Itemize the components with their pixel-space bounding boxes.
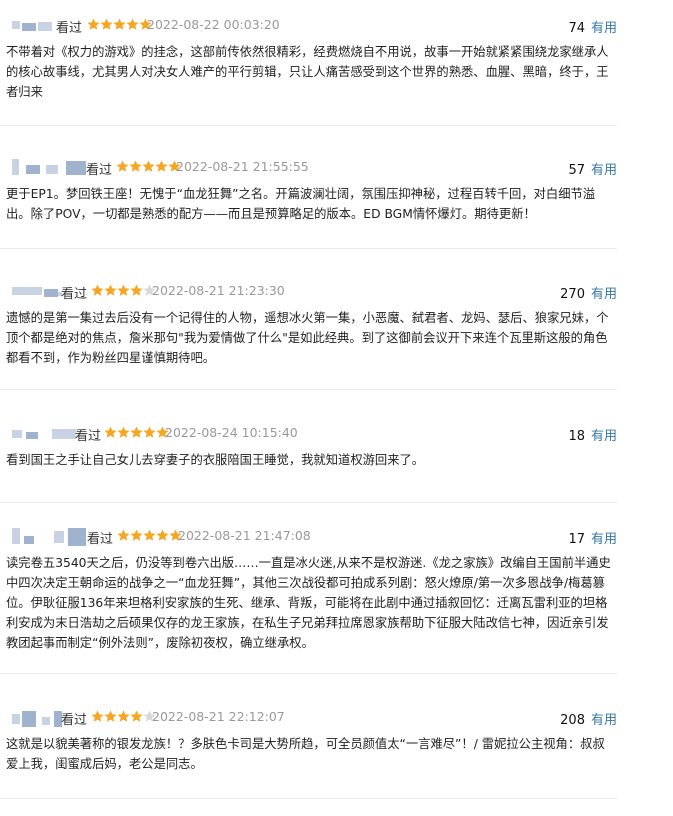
star-filled-icon: [142, 160, 155, 172]
review-meta: 看过 2022-08-22 00:03:20 74 有用: [0, 17, 617, 36]
review-meta: 看过 2022-08-21 21:23:30 270 有用: [0, 283, 617, 302]
star-filled-icon: [100, 18, 113, 30]
star-filled-icon: [130, 529, 143, 541]
review-time: 2022-08-21 22:12:07: [152, 709, 285, 724]
star-filled-icon: [87, 18, 100, 30]
star-filled-icon: [117, 426, 130, 438]
vote-count: 57: [568, 163, 585, 178]
vote-count: 18: [568, 429, 585, 444]
vote-area: 18 有用: [497, 425, 617, 444]
star-filled-icon: [117, 529, 130, 541]
rating-stars: [91, 284, 157, 298]
vote-count: 208: [560, 713, 585, 728]
star-filled-icon: [104, 426, 117, 438]
star-filled-icon: [130, 710, 143, 722]
vote-count: 17: [568, 532, 585, 547]
review-item: 看过 2022-08-24 10:15:40 18 有用看到国王之手让自己女儿去穿妻子…: [0, 425, 617, 503]
star-filled-icon: [116, 160, 129, 172]
review-meta: 看过 2022-08-24 10:15:40 18 有用: [0, 425, 617, 444]
useful-button[interactable]: 有用: [591, 287, 617, 302]
rating-stars: [116, 160, 182, 174]
vote-area: 270 有用: [497, 283, 617, 302]
review-time: 2022-08-24 10:15:40: [165, 425, 298, 440]
star-filled-icon: [156, 529, 169, 541]
review-meta: 看过 2022-08-21 21:47:08 17 有用: [0, 528, 617, 547]
username-redacted[interactable]: [6, 17, 52, 35]
star-filled-icon: [117, 284, 130, 296]
star-filled-icon: [143, 529, 156, 541]
star-filled-icon: [117, 710, 130, 722]
review-text: 更于EP1。梦回铁王座！无愧于“血龙狂舞”之名。开篇波澜壮阔，氛围压抑神秘，过程…: [6, 187, 596, 221]
star-filled-icon: [91, 284, 104, 296]
review-time: 2022-08-21 21:55:55: [176, 159, 309, 174]
useful-button[interactable]: 有用: [591, 163, 617, 178]
star-filled-icon: [104, 284, 117, 296]
star-filled-icon: [104, 710, 117, 722]
review-text: 不带着对《权力的游戏》的挂念，这部前传依然很精彩，经费燃烧自不用说，故事一开始就…: [6, 45, 609, 99]
useful-button[interactable]: 有用: [591, 532, 617, 547]
review-item: 看过 2022-08-22 00:03:20 74 有用不带着对《权力的游戏》的挂念，…: [0, 17, 617, 126]
username-redacted[interactable]: [6, 283, 62, 301]
star-filled-icon: [129, 160, 142, 172]
vote-area: 57 有用: [497, 159, 617, 178]
review-item: 看过 2022-08-21 22:12:07 208 有用这就是以貌美著称的银发龙族！…: [0, 709, 617, 799]
rating-stars: [91, 710, 157, 724]
rating-stars: [87, 18, 153, 32]
vote-area: 74 有用: [497, 17, 617, 36]
review-item: 看过 2022-08-21 21:47:08 17 有用读完卷五3540天之后，仍没等…: [0, 528, 617, 674]
vote-count: 74: [568, 21, 585, 36]
useful-button[interactable]: 有用: [591, 429, 617, 444]
review-meta: 看过 2022-08-21 22:12:07 208 有用: [0, 709, 617, 728]
useful-button[interactable]: 有用: [591, 21, 617, 36]
useful-button[interactable]: 有用: [591, 713, 617, 728]
review-time: 2022-08-21 21:47:08: [178, 528, 311, 543]
username-redacted[interactable]: [6, 528, 86, 546]
rating-stars: [117, 529, 183, 543]
review-text: 看到国王之手让自己女儿去穿妻子的衣服陪国王睡觉，我就知道权游回来了。: [6, 453, 425, 467]
watched-label: 看过: [87, 532, 114, 547]
watched-label: 看过: [61, 287, 88, 302]
watched-label: 看过: [56, 21, 83, 36]
review-text: 遗憾的是第一集过去后没有一个记得住的人物，遥想冰火第一集，小恶魔、弑君者、龙妈、…: [6, 311, 609, 365]
vote-count: 270: [560, 287, 585, 302]
star-filled-icon: [91, 710, 104, 722]
star-filled-icon: [143, 426, 156, 438]
watched-label: 看过: [75, 429, 102, 444]
star-filled-icon: [130, 426, 143, 438]
review-item: 看过 2022-08-21 21:23:30 270 有用遗憾的是第一集过去后没有一个…: [0, 283, 617, 390]
star-filled-icon: [126, 18, 139, 30]
review-time: 2022-08-21 21:23:30: [152, 283, 285, 298]
review-text: 读完卷五3540天之后，仍没等到卷六出版……一直是冰火迷,从来不是权游迷.《龙之…: [6, 556, 611, 650]
star-filled-icon: [113, 18, 126, 30]
review-item: 看过 2022-08-21 21:55:55 57 有用更于EP1。梦回铁王座！无愧于…: [0, 159, 617, 249]
vote-area: 17 有用: [497, 528, 617, 547]
username-redacted[interactable]: [6, 709, 62, 727]
review-text: 这就是以貌美著称的银发龙族！？多肤色卡司是大势所趋，可全员颜值太“一言难尽”！/…: [6, 737, 605, 771]
review-meta: 看过 2022-08-21 21:55:55 57 有用: [0, 159, 617, 178]
watched-label: 看过: [86, 163, 113, 178]
username-redacted[interactable]: [6, 159, 86, 177]
star-filled-icon: [130, 284, 143, 296]
review-time: 2022-08-22 00:03:20: [147, 17, 280, 32]
watched-label: 看过: [61, 713, 88, 728]
star-filled-icon: [155, 160, 168, 172]
username-redacted[interactable]: [6, 425, 76, 443]
vote-area: 208 有用: [497, 709, 617, 728]
rating-stars: [104, 426, 170, 440]
